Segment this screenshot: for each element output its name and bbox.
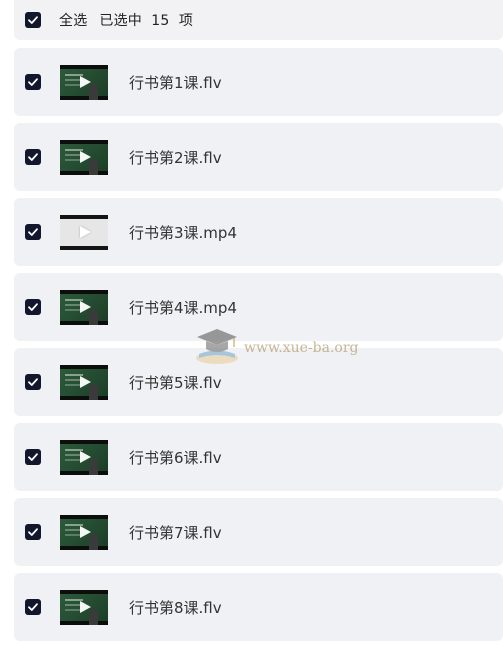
file-row[interactable]: 行书第1课.flv	[14, 48, 503, 116]
file-checkbox[interactable]	[25, 149, 41, 165]
play-icon	[80, 76, 91, 88]
file-name[interactable]: 行书第6课.flv	[129, 447, 222, 468]
select-all-checkbox[interactable]	[25, 12, 41, 28]
file-checkbox[interactable]	[25, 299, 41, 315]
file-name[interactable]: 行书第5课.flv	[129, 372, 222, 393]
file-checkbox[interactable]	[25, 599, 41, 615]
video-thumbnail[interactable]	[60, 439, 108, 475]
blank-video-thumbnail[interactable]	[60, 214, 108, 250]
file-checkbox[interactable]	[25, 224, 41, 240]
file-name[interactable]: 行书第3课.mp4	[129, 222, 237, 243]
checkmark-icon	[28, 153, 38, 161]
file-checkbox[interactable]	[25, 524, 41, 540]
file-row[interactable]: 行书第4课.mp4	[14, 273, 503, 341]
video-thumbnail[interactable]	[60, 364, 108, 400]
video-thumbnail[interactable]	[60, 514, 108, 550]
checkmark-icon	[28, 16, 38, 24]
file-name[interactable]: 行书第4课.mp4	[129, 297, 237, 318]
file-row[interactable]: 行书第2课.flv	[14, 123, 503, 191]
file-row[interactable]: 行书第8课.flv	[14, 573, 503, 641]
video-thumbnail[interactable]	[60, 289, 108, 325]
video-thumbnail[interactable]	[60, 589, 108, 625]
checkmark-icon	[28, 378, 38, 386]
selected-count-text: 已选中 15 项	[99, 13, 194, 29]
file-list: 行书第1课.flv 行书第2课.flv 行书第3课.mp4 行书第4课.mp4 行书第5…	[14, 48, 503, 648]
play-icon	[80, 226, 91, 238]
file-name[interactable]: 行书第2课.flv	[129, 147, 222, 168]
checkmark-icon	[28, 78, 38, 86]
file-name[interactable]: 行书第7课.flv	[129, 522, 222, 543]
checkmark-icon	[28, 603, 38, 611]
checkmark-icon	[28, 228, 38, 236]
play-icon	[80, 376, 91, 388]
play-icon	[80, 601, 91, 613]
checkmark-icon	[28, 453, 38, 461]
select-all-bar: 全选 已选中 15 项	[14, 0, 503, 40]
file-row[interactable]: 行书第7课.flv	[14, 498, 503, 566]
file-row[interactable]: 行书第5课.flv	[14, 348, 503, 416]
select-all-label[interactable]: 全选	[59, 10, 87, 30]
checkmark-icon	[28, 303, 38, 311]
file-checkbox[interactable]	[25, 449, 41, 465]
video-thumbnail[interactable]	[60, 139, 108, 175]
file-row[interactable]: 行书第3课.mp4	[14, 198, 503, 266]
file-name[interactable]: 行书第1课.flv	[129, 72, 222, 93]
file-checkbox[interactable]	[25, 74, 41, 90]
file-name[interactable]: 行书第8课.flv	[129, 597, 222, 618]
file-row[interactable]: 行书第6课.flv	[14, 423, 503, 491]
video-thumbnail[interactable]	[60, 64, 108, 100]
play-icon	[80, 151, 91, 163]
play-icon	[80, 301, 91, 313]
play-icon	[80, 526, 91, 538]
checkmark-icon	[28, 528, 38, 536]
file-checkbox[interactable]	[25, 374, 41, 390]
play-icon	[80, 451, 91, 463]
